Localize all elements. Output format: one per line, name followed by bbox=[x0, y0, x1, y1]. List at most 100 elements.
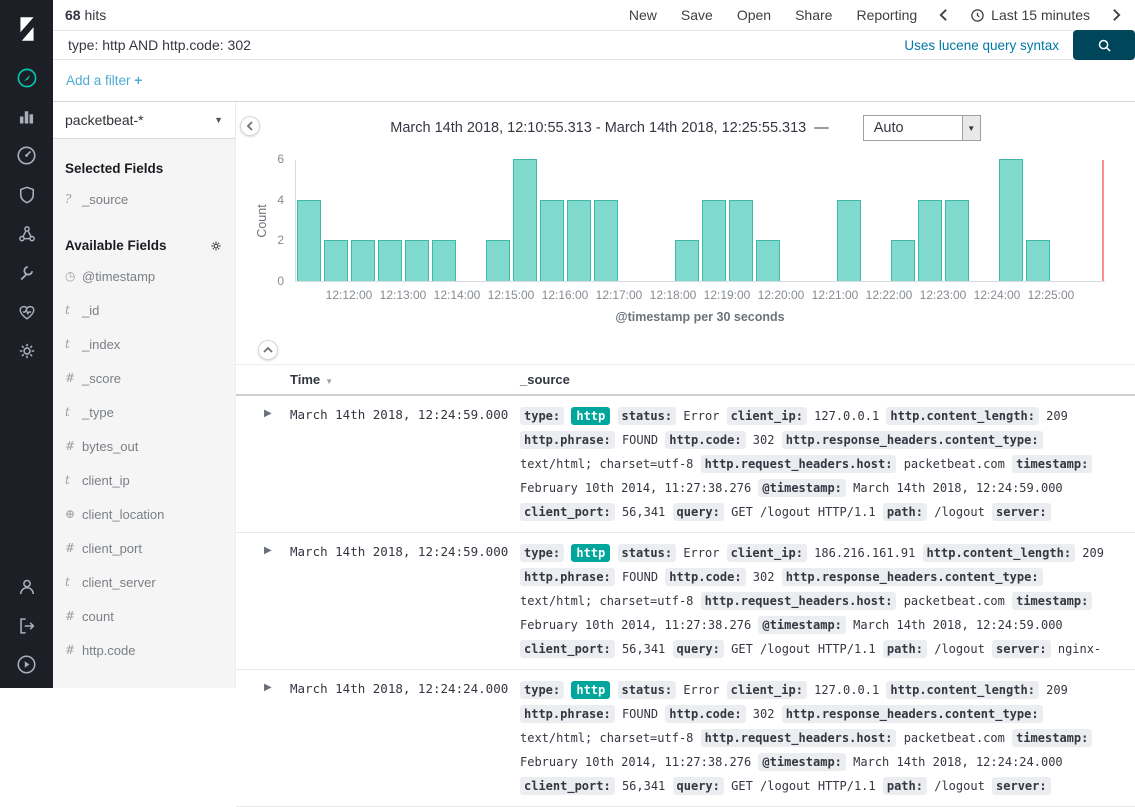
nav-management[interactable] bbox=[0, 331, 53, 370]
field-@timestamp[interactable]: ◷@timestamp bbox=[53, 259, 235, 293]
nav-logout[interactable] bbox=[0, 606, 53, 645]
histogram-bar[interactable] bbox=[351, 240, 375, 281]
string-type-icon: t bbox=[65, 575, 82, 589]
source-field-name: http.request_headers.host: bbox=[701, 592, 897, 610]
selected-field-_source[interactable]: ?_source bbox=[53, 182, 235, 216]
histogram-bar[interactable] bbox=[675, 240, 699, 281]
row-time: March 14th 2018, 12:24:59.000 bbox=[290, 404, 520, 422]
field-_type[interactable]: t_type bbox=[53, 395, 235, 429]
nav-bottom-group bbox=[0, 567, 53, 688]
field-client_ip[interactable]: tclient_ip bbox=[53, 463, 235, 497]
topnav-open[interactable]: Open bbox=[737, 7, 771, 23]
logout-icon bbox=[16, 615, 38, 637]
index-pattern-name: packetbeat-* bbox=[65, 112, 144, 128]
table-row: ▶March 14th 2018, 12:24:24.000type: http… bbox=[236, 670, 1135, 807]
histogram-bar[interactable] bbox=[567, 200, 591, 281]
histogram-bar[interactable] bbox=[432, 240, 456, 281]
field-settings-gear-icon[interactable] bbox=[209, 239, 223, 253]
histogram-bar[interactable] bbox=[945, 200, 969, 281]
source-field-name: http.response_headers.content_type: bbox=[782, 705, 1043, 723]
nav-account[interactable] bbox=[0, 567, 53, 606]
expand-row-button[interactable]: ▶ bbox=[264, 678, 290, 693]
table-row: ▶March 14th 2018, 12:24:59.000type: http… bbox=[236, 396, 1135, 533]
interval-select[interactable]: Auto ▼ bbox=[863, 115, 981, 141]
field-name: bytes_out bbox=[82, 439, 138, 454]
topnav-save[interactable]: Save bbox=[681, 7, 713, 23]
field-count[interactable]: #count bbox=[53, 599, 235, 633]
field-_id[interactable]: t_id bbox=[53, 293, 235, 327]
source-value: text/html; charset=utf-8 bbox=[520, 457, 693, 471]
chevron-down-icon: ▼ bbox=[962, 116, 980, 140]
expand-row-button[interactable]: ▶ bbox=[264, 404, 290, 419]
histogram-bar[interactable] bbox=[405, 240, 429, 281]
histogram-bar[interactable] bbox=[486, 240, 510, 281]
histogram-bar[interactable] bbox=[891, 240, 915, 281]
histogram-bar[interactable] bbox=[297, 200, 321, 281]
nav-security[interactable] bbox=[0, 175, 53, 214]
histogram-bar[interactable] bbox=[999, 159, 1023, 281]
field-client_location[interactable]: ⊕client_location bbox=[53, 497, 235, 531]
query-input[interactable] bbox=[66, 36, 890, 54]
source-field-name: type: bbox=[520, 407, 564, 425]
chevron-left-icon bbox=[245, 120, 255, 132]
index-pattern-selector[interactable]: packetbeat-* ▼ bbox=[53, 102, 235, 139]
field-_score[interactable]: #_score bbox=[53, 361, 235, 395]
nav-monitoring[interactable] bbox=[0, 292, 53, 331]
search-button[interactable] bbox=[1073, 30, 1135, 60]
hits-count: 68 hits bbox=[65, 7, 106, 23]
histogram-bar[interactable] bbox=[837, 200, 861, 281]
collapse-chart-button[interactable] bbox=[258, 340, 278, 360]
histogram-chart: Count 12:12:0012:13:0012:14:0012:15:0012… bbox=[236, 160, 1135, 332]
histogram-bar[interactable] bbox=[594, 200, 618, 281]
lucene-syntax-link[interactable]: Uses lucene query syntax bbox=[904, 38, 1059, 53]
source-value-highlight: http bbox=[571, 544, 610, 562]
time-picker-button[interactable]: Last 15 minutes bbox=[970, 7, 1090, 23]
discover-content: packetbeat-* ▼ Selected Fields ?_source … bbox=[53, 102, 1135, 688]
table-header: Time▼ _source bbox=[236, 365, 1135, 396]
source-value: Error bbox=[683, 683, 719, 697]
column-time[interactable]: Time▼ bbox=[290, 372, 520, 387]
nav-visualize[interactable] bbox=[0, 97, 53, 136]
source-field-name: path: bbox=[883, 503, 927, 521]
field-_index[interactable]: t_index bbox=[53, 327, 235, 361]
time-forward-button[interactable] bbox=[1112, 8, 1121, 22]
histogram-bar[interactable] bbox=[756, 240, 780, 281]
field-bytes_out[interactable]: #bytes_out bbox=[53, 429, 235, 463]
source-value: 56,341 bbox=[622, 779, 665, 793]
nav-collapse[interactable] bbox=[0, 645, 53, 684]
source-value: Error bbox=[683, 409, 719, 423]
histogram-bar[interactable] bbox=[729, 200, 753, 281]
row-time: March 14th 2018, 12:24:24.000 bbox=[290, 678, 520, 696]
nav-dashboard[interactable] bbox=[0, 136, 53, 175]
add-filter-link[interactable]: Add a filter + bbox=[66, 73, 142, 88]
expand-row-button[interactable]: ▶ bbox=[264, 541, 290, 556]
histogram-bar[interactable] bbox=[702, 200, 726, 281]
histogram-bar[interactable] bbox=[324, 240, 348, 281]
date-type-icon: ◷ bbox=[65, 269, 82, 283]
topnav-reporting[interactable]: Reporting bbox=[856, 7, 917, 23]
wrench-icon bbox=[16, 262, 37, 283]
histogram-bar[interactable] bbox=[918, 200, 942, 281]
source-value: /logout bbox=[934, 505, 985, 519]
nav-discover[interactable] bbox=[0, 58, 53, 97]
topnav-new[interactable]: New bbox=[629, 7, 657, 23]
filter-bar: Add a filter + bbox=[53, 60, 1135, 102]
field-client_server[interactable]: tclient_server bbox=[53, 565, 235, 599]
source-field-name: http.content_length: bbox=[886, 681, 1039, 699]
topnav-share[interactable]: Share bbox=[795, 7, 832, 23]
histogram-bar[interactable] bbox=[378, 240, 402, 281]
nav-dev-tools[interactable] bbox=[0, 253, 53, 292]
field-client_port[interactable]: #client_port bbox=[53, 531, 235, 565]
source-field-name: client_port: bbox=[520, 777, 615, 795]
histogram-bar[interactable] bbox=[513, 159, 537, 281]
source-field-name: server: bbox=[992, 503, 1051, 521]
collapse-sidebar-button[interactable] bbox=[240, 116, 260, 136]
chevron-down-icon: ▼ bbox=[214, 115, 223, 125]
nav-apm[interactable] bbox=[0, 214, 53, 253]
source-field-name: query: bbox=[673, 640, 724, 658]
histogram-bar[interactable] bbox=[540, 200, 564, 281]
kibana-logo[interactable] bbox=[0, 0, 53, 58]
time-back-button[interactable] bbox=[939, 8, 948, 22]
field-http.code[interactable]: #http.code bbox=[53, 633, 235, 667]
histogram-bar[interactable] bbox=[1026, 240, 1050, 281]
